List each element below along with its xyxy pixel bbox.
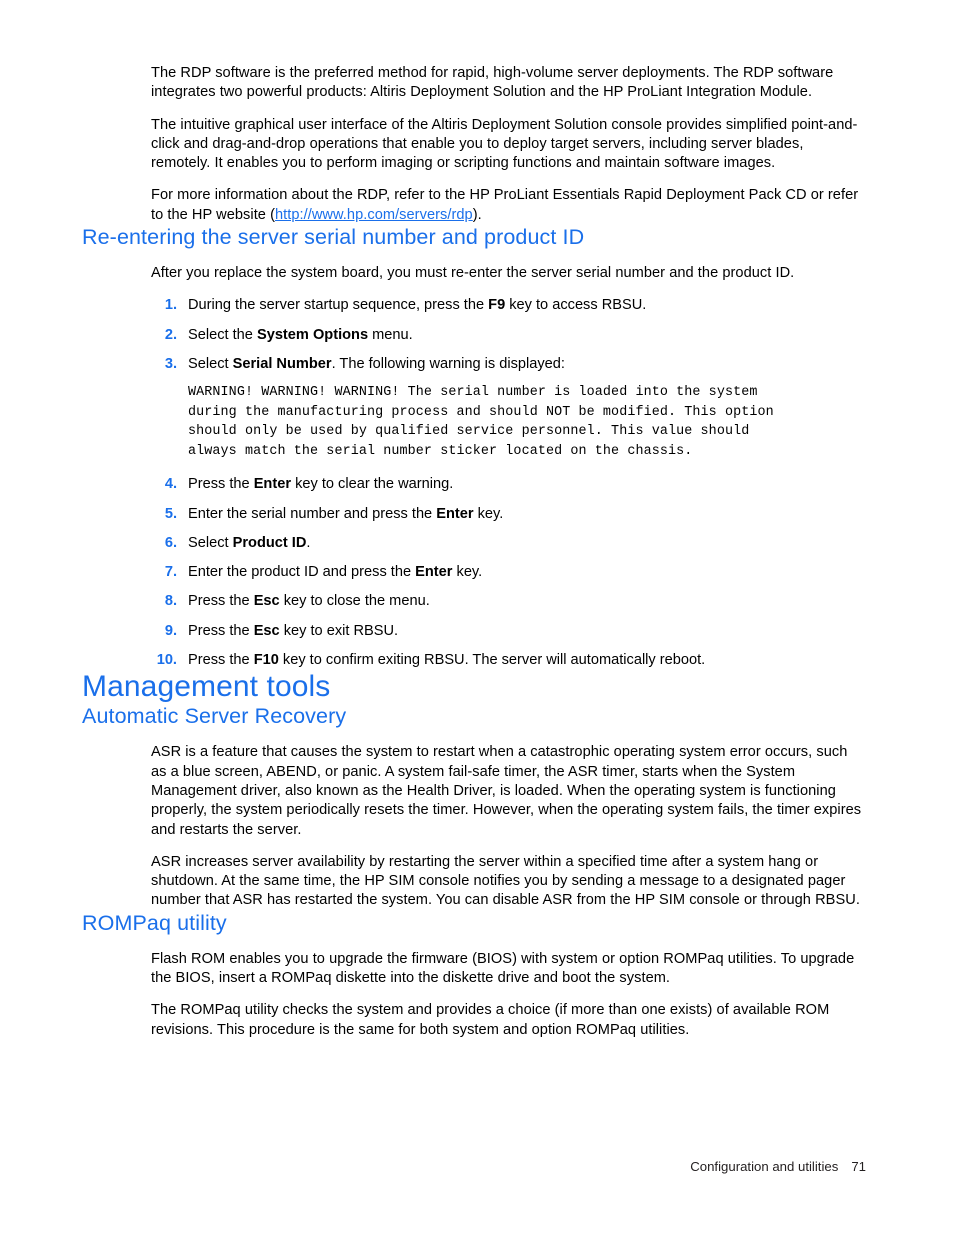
list-item: 5. Enter the serial number and press the… — [151, 505, 866, 524]
step-text: Select Serial Number. The following warn… — [188, 356, 565, 372]
step-number: 1. — [164, 297, 177, 314]
list-item: 8. Press the Esc key to close the menu. — [151, 592, 866, 611]
hp-servers-rdp-link[interactable]: http://www.hp.com/servers/rdp — [275, 207, 473, 223]
step-text: Select Product ID. — [188, 535, 310, 551]
step-number: 6. — [164, 534, 177, 551]
step-text-pre: Select — [188, 355, 233, 372]
page-footer: Configuration and utilities 71 — [82, 1158, 866, 1176]
rdp-reference-text-after: ). — [472, 206, 482, 223]
list-item: 10. Press the F10 key to confirm exiting… — [151, 651, 866, 670]
step-text-pre: Press the — [188, 476, 254, 493]
rompaq-section-body: Flash ROM enables you to upgrade the fir… — [151, 950, 866, 1040]
asr-section-body: ASR is a feature that causes the system … — [151, 743, 866, 910]
step-keyword: System Options — [256, 326, 369, 343]
step-number: 8. — [164, 593, 177, 610]
step-text-post: key to confirm exiting RBSU. The server … — [278, 652, 706, 669]
step-text-pre: Press the — [188, 593, 254, 610]
step-number: 4. — [164, 476, 177, 493]
step-text-pre: Press the — [188, 652, 254, 669]
step-text-post: menu. — [368, 326, 413, 343]
step-text-post: . The following warning is displayed: — [331, 355, 565, 372]
intro-block: The RDP software is the preferred method… — [151, 64, 866, 225]
step-text-pre: Select the — [188, 326, 257, 343]
paragraph-rdp-overview: The RDP software is the preferred method… — [151, 65, 834, 101]
step-text: Press the Esc key to close the menu. — [188, 593, 430, 609]
paragraph-rdp-console: The intuitive graphical user interface o… — [151, 116, 858, 172]
rdp-reference-text-before: For more information about the RDP, refe… — [151, 187, 859, 223]
step-text-post: key. — [473, 505, 504, 522]
list-item: 2. Select the System Options menu. — [151, 326, 866, 345]
document-page: The RDP software is the preferred method… — [0, 0, 954, 1235]
step-keyword: Esc — [253, 593, 280, 610]
serial-number-warning-block: WARNING! WARNING! WARNING! The serial nu… — [188, 385, 774, 459]
step-text-post: key to close the menu. — [279, 593, 430, 610]
paragraph-asr-description: ASR is a feature that causes the system … — [151, 744, 862, 838]
step-number: 2. — [164, 326, 177, 343]
paragraph-rompaq-revisions: The ROMPaq utility checks the system and… — [151, 1002, 830, 1038]
step-text-post: . — [306, 534, 311, 551]
footer-chapter-label: Configuration and utilities — [690, 1159, 839, 1174]
step-keyword: Enter — [415, 564, 453, 581]
step-text-post: key to access RBSU. — [505, 297, 647, 314]
serial-section-body: After you replace the system board, you … — [151, 264, 866, 670]
step-number: 7. — [164, 564, 177, 581]
step-text: Enter the serial number and press the En… — [188, 506, 503, 522]
step-keyword: Serial Number — [232, 355, 332, 372]
heading-management-tools: Management tools — [82, 670, 331, 704]
paragraph-asr-availability: ASR increases server availability by res… — [151, 853, 860, 909]
step-text-pre: Press the — [188, 622, 254, 639]
heading-automatic-server-recovery: Automatic Server Recovery — [82, 704, 347, 729]
heading-rompaq-utility: ROMPaq utility — [82, 910, 227, 935]
step-number: 5. — [164, 505, 177, 522]
step-keyword: F9 — [488, 297, 506, 314]
list-item: 3. Select Serial Number. The following w… — [151, 355, 866, 374]
paragraph-rompaq-flash-rom: Flash ROM enables you to upgrade the fir… — [151, 950, 855, 987]
step-text-pre: Enter the serial number and press the — [188, 505, 437, 522]
step-keyword: Enter — [253, 476, 292, 493]
paragraph-rdp-reference: For more information about the RDP, refe… — [151, 186, 866, 225]
page-content: The RDP software is the preferred method… — [82, 64, 866, 1040]
step-text-pre: Enter the product ID and press the — [188, 564, 416, 581]
step-text-pre: Select — [188, 534, 233, 551]
step-text-post: key to exit RBSU. — [279, 622, 399, 639]
list-item: 7. Enter the product ID and press the En… — [151, 563, 866, 582]
serial-steps-list-part-2: 4. Press the Enter key to clear the warn… — [151, 475, 866, 670]
step-number: 10. — [156, 652, 177, 669]
paragraph-serial-intro: After you replace the system board, you … — [151, 265, 795, 282]
list-item: 6. Select Product ID. — [151, 534, 866, 553]
step-text: Press the Esc key to exit RBSU. — [188, 623, 398, 639]
list-item: 9. Press the Esc key to exit RBSU. — [151, 622, 866, 641]
step-keyword: Esc — [253, 622, 280, 639]
step-text: Enter the product ID and press the Enter… — [188, 564, 482, 580]
step-number: 9. — [164, 622, 177, 639]
step-keyword: F10 — [253, 652, 279, 669]
step-text-post: key to clear the warning. — [291, 476, 454, 493]
heading-re-entering-serial-number: Re-entering the server serial number and… — [82, 225, 585, 250]
step-text: Press the F10 key to confirm exiting RBS… — [188, 652, 705, 668]
step-text-pre: During the server startup sequence, pres… — [188, 297, 489, 314]
list-item: 1. During the server startup sequence, p… — [151, 296, 866, 315]
step-keyword: Enter — [436, 505, 474, 522]
step-text: Select the System Options menu. — [188, 327, 413, 343]
step-text-post: key. — [452, 564, 483, 581]
step-keyword: Product ID — [232, 534, 307, 551]
list-item: 4. Press the Enter key to clear the warn… — [151, 475, 866, 494]
step-text: During the server startup sequence, pres… — [188, 297, 646, 313]
serial-steps-list-part-1: 1. During the server startup sequence, p… — [151, 296, 866, 374]
step-text: Press the Enter key to clear the warning… — [188, 476, 453, 492]
footer-page-number: 71 — [851, 1159, 866, 1174]
step-number: 3. — [164, 355, 177, 372]
